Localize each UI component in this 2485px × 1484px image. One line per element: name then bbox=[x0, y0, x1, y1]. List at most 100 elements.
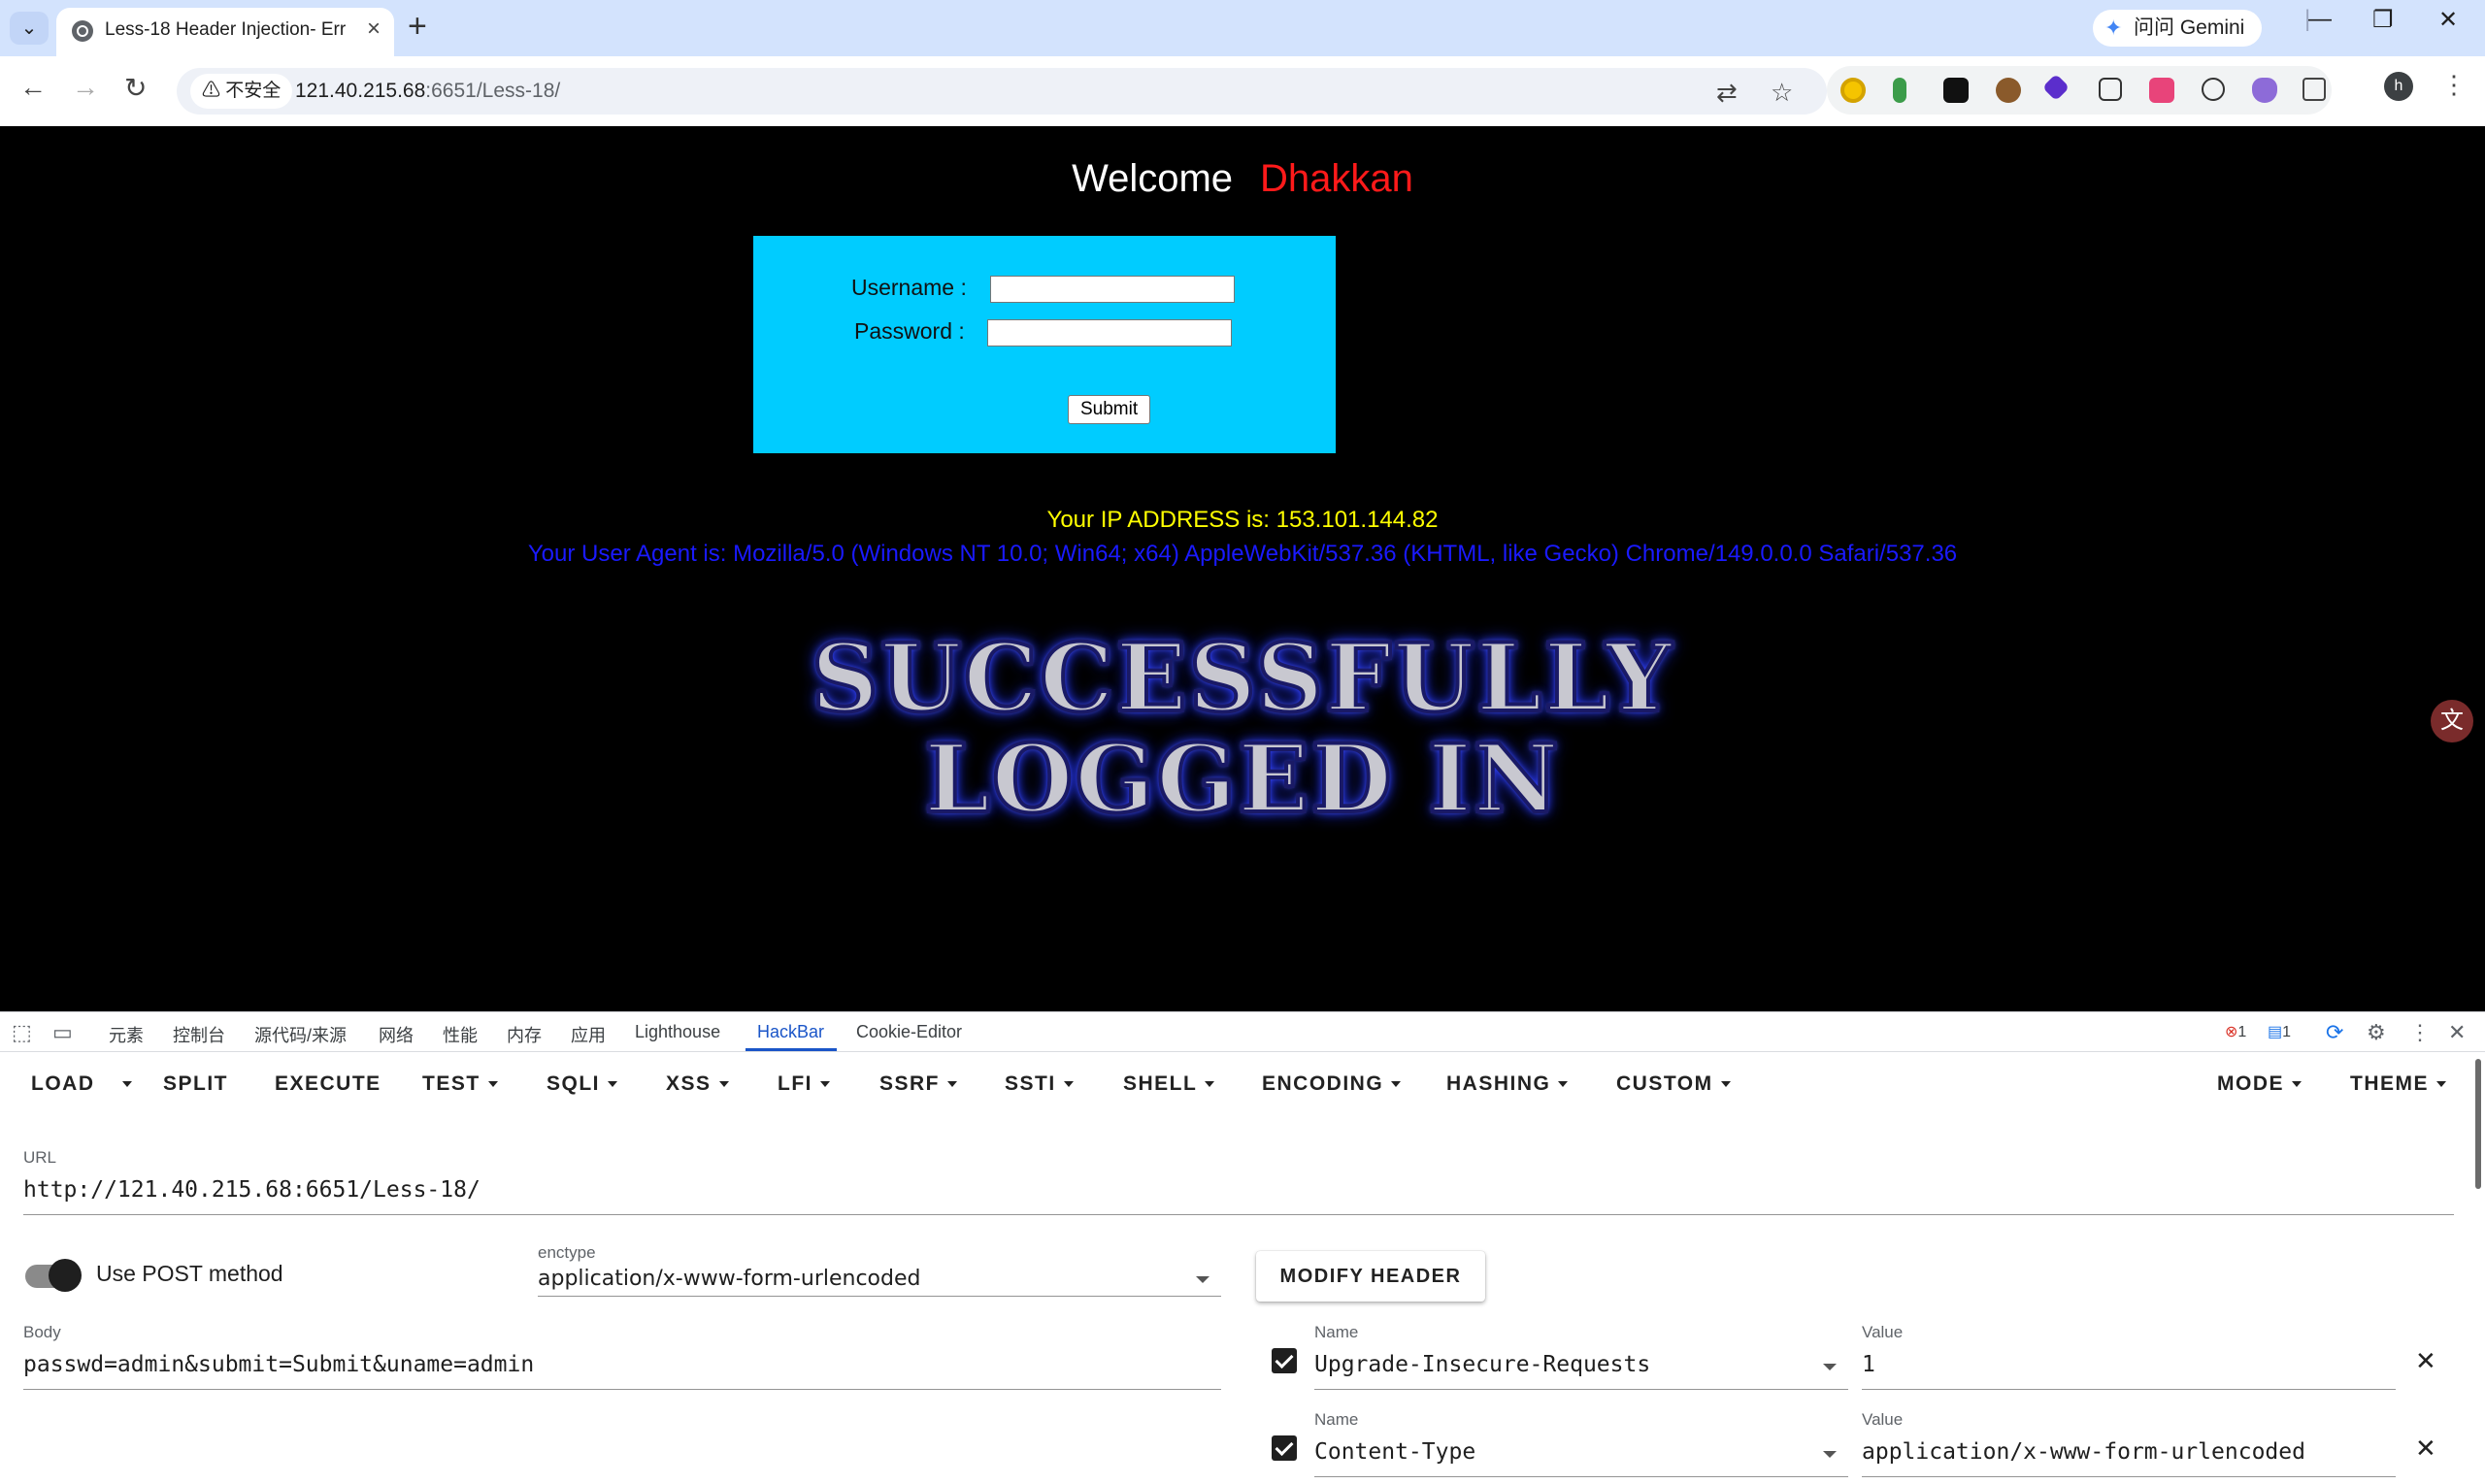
error-badge[interactable]: ⊗1 bbox=[2225, 1022, 2246, 1041]
tab-cookie-editor[interactable]: Cookie-Editor bbox=[856, 1022, 962, 1042]
extension-pink-icon[interactable] bbox=[2149, 78, 2174, 103]
header-2-name-input[interactable]: Content-Type bbox=[1314, 1439, 1475, 1465]
enctype-select[interactable]: application/x-www-form-urlencoded bbox=[538, 1267, 920, 1291]
new-tab-button[interactable]: + bbox=[408, 8, 427, 46]
bookmark-star-icon[interactable]: ☆ bbox=[1771, 78, 1793, 108]
split-button[interactable]: SPLIT bbox=[163, 1072, 228, 1096]
puzzle-icon[interactable] bbox=[2303, 78, 2326, 101]
mode-menu[interactable]: MODE bbox=[2217, 1072, 2302, 1096]
page-viewport: Welcome Dhakkan Username : Password : Sub… bbox=[0, 126, 2485, 1011]
load-dropdown-button[interactable] bbox=[115, 1072, 132, 1096]
message-icon: ▤ bbox=[2268, 1024, 2283, 1040]
caret-down-icon bbox=[122, 1081, 132, 1088]
back-arrow-icon[interactable]: ← bbox=[19, 72, 47, 103]
custom-menu[interactable]: CUSTOM bbox=[1616, 1072, 1731, 1096]
username-input[interactable] bbox=[990, 276, 1235, 303]
tab-memory[interactable]: 内存 bbox=[507, 1022, 542, 1047]
inspect-element-icon[interactable]: ⬚ bbox=[12, 1020, 32, 1045]
settings-gear-icon[interactable]: ⚙ bbox=[2367, 1020, 2386, 1045]
submit-button[interactable]: Submit bbox=[1068, 395, 1151, 424]
tab-sources[interactable]: 源代码/来源 bbox=[254, 1022, 347, 1047]
encoding-menu[interactable]: ENCODING bbox=[1262, 1072, 1402, 1096]
device-toolbar-icon[interactable]: ▭ bbox=[52, 1020, 73, 1045]
shell-menu[interactable]: SHELL bbox=[1123, 1072, 1215, 1096]
close-tab-icon[interactable]: × bbox=[367, 16, 381, 43]
reload-icon[interactable]: ↻ bbox=[124, 72, 147, 104]
browser-tab[interactable]: Less-18 Header Injection- Err × bbox=[56, 8, 394, 56]
enctype-label: enctype bbox=[538, 1243, 596, 1262]
ssrf-menu[interactable]: SSRF bbox=[879, 1072, 958, 1096]
test-menu[interactable]: TEST bbox=[422, 1072, 498, 1096]
sync-icon[interactable]: ⟳ bbox=[2326, 1020, 2343, 1045]
lfi-menu[interactable]: LFI bbox=[778, 1072, 830, 1096]
load-button[interactable]: LOAD bbox=[31, 1072, 95, 1096]
execute-button[interactable]: EXECUTE bbox=[275, 1072, 381, 1096]
hackbar-scrollbar[interactable] bbox=[2475, 1059, 2481, 1189]
modify-header-button[interactable]: MODIFY HEADER bbox=[1256, 1251, 1485, 1302]
post-method-toggle-knob[interactable] bbox=[49, 1259, 82, 1292]
sqli-menu[interactable]: SQLI bbox=[547, 1072, 618, 1096]
url-text[interactable]: 121.40.215.68:6651/Less-18/ bbox=[295, 80, 560, 103]
extension-cat-icon[interactable] bbox=[2252, 78, 2277, 103]
extension-h-icon[interactable] bbox=[1943, 78, 1969, 103]
tab-performance[interactable]: 性能 bbox=[443, 1022, 478, 1047]
restore-icon[interactable]: ❐ bbox=[2372, 6, 2394, 34]
message-badge[interactable]: ▤1 bbox=[2268, 1022, 2291, 1041]
post-method-label: Use POST method bbox=[96, 1261, 283, 1286]
more-vert-icon[interactable]: ⋮ bbox=[2441, 70, 2467, 100]
header-2-checkbox[interactable] bbox=[1272, 1435, 1297, 1461]
remove-header-2-icon[interactable]: ✕ bbox=[2415, 1434, 2436, 1464]
xss-menu[interactable]: XSS bbox=[666, 1072, 729, 1096]
tab-network[interactable]: 网络 bbox=[379, 1022, 414, 1047]
caret-down-icon bbox=[1063, 1081, 1074, 1088]
theme-label: THEME bbox=[2350, 1072, 2429, 1095]
close-window-icon[interactable]: ✕ bbox=[2438, 6, 2458, 34]
header-1-name-dropdown-icon[interactable] bbox=[1823, 1364, 1837, 1370]
devtools-panel: ⬚ ▭ 元素 控制台 源代码/来源 网络 性能 内存 应用 Lighthouse… bbox=[0, 1011, 2485, 1484]
remove-header-1-icon[interactable]: ✕ bbox=[2415, 1346, 2436, 1376]
header-1-checkbox[interactable] bbox=[1272, 1348, 1297, 1373]
header-1-name-input[interactable]: Upgrade-Insecure-Requests bbox=[1314, 1352, 1650, 1377]
translate-icon[interactable]: ⇄ bbox=[1716, 78, 1738, 108]
header-2-name-dropdown-icon[interactable] bbox=[1823, 1451, 1837, 1458]
ssti-menu[interactable]: SSTI bbox=[1005, 1072, 1074, 1096]
password-input[interactable] bbox=[987, 319, 1232, 346]
success-line-1: SUCCESSFULLY bbox=[810, 621, 1674, 735]
hashing-label: HASHING bbox=[1446, 1072, 1551, 1095]
profile-avatar[interactable]: h bbox=[2384, 72, 2413, 101]
header-1-value-input[interactable]: 1 bbox=[1862, 1352, 1875, 1377]
extension-coin-icon[interactable] bbox=[1840, 78, 1866, 103]
tab-elements[interactable]: 元素 bbox=[109, 1022, 144, 1047]
hashing-menu[interactable]: HASHING bbox=[1446, 1072, 1569, 1096]
more-vert-devtools-icon[interactable]: ⋮ bbox=[2409, 1020, 2431, 1045]
floating-translate-icon[interactable]: 文 bbox=[2431, 700, 2473, 742]
cookie-icon[interactable] bbox=[1996, 78, 2021, 103]
tab-console[interactable]: 控制台 bbox=[173, 1022, 225, 1047]
security-chip[interactable]: ⚠ 不安全 bbox=[190, 74, 293, 109]
body-field[interactable]: passwd=admin&submit=Submit&uname=admin bbox=[23, 1352, 534, 1377]
mode-label: MODE bbox=[2217, 1072, 2284, 1095]
header-2-value-input[interactable]: application/x-www-form-urlencoded bbox=[1862, 1439, 2305, 1465]
tab-hackbar[interactable]: HackBar bbox=[757, 1022, 824, 1042]
header-2-value-label: Value bbox=[1862, 1410, 1904, 1429]
enctype-underline bbox=[538, 1296, 1221, 1297]
minimize-button[interactable]: — bbox=[2308, 6, 2332, 33]
theme-menu[interactable]: THEME bbox=[2350, 1072, 2446, 1096]
extension-face-icon[interactable] bbox=[2202, 78, 2225, 101]
close-devtools-icon[interactable]: ✕ bbox=[2448, 1020, 2466, 1045]
url-field[interactable]: http://121.40.215.68:6651/Less-18/ bbox=[23, 1177, 480, 1203]
extension-green-icon[interactable] bbox=[1893, 78, 1906, 103]
tab-lighthouse[interactable]: Lighthouse bbox=[635, 1022, 720, 1042]
extension-scan-icon[interactable] bbox=[2099, 78, 2122, 101]
user-agent-text: Your User Agent is: Mozilla/5.0 (Windows… bbox=[527, 541, 1958, 567]
address-bar[interactable]: ⚠ 不安全 121.40.215.68:6651/Less-18/ ⇄ ☆ bbox=[177, 68, 1827, 115]
extension-badge-icon[interactable] bbox=[2041, 73, 2071, 102]
tab-application[interactable]: 应用 bbox=[571, 1022, 606, 1047]
tab-search-button[interactable]: ⌄ bbox=[10, 12, 49, 45]
header-1-name-label: Name bbox=[1314, 1323, 1359, 1341]
body-field-underline bbox=[23, 1389, 1221, 1390]
forward-arrow-icon[interactable]: → bbox=[72, 72, 99, 103]
gemini-button[interactable]: ✦ 问问 Gemini bbox=[2093, 10, 2262, 47]
username-label: Username : bbox=[851, 275, 967, 300]
enctype-dropdown-icon[interactable] bbox=[1196, 1276, 1209, 1283]
